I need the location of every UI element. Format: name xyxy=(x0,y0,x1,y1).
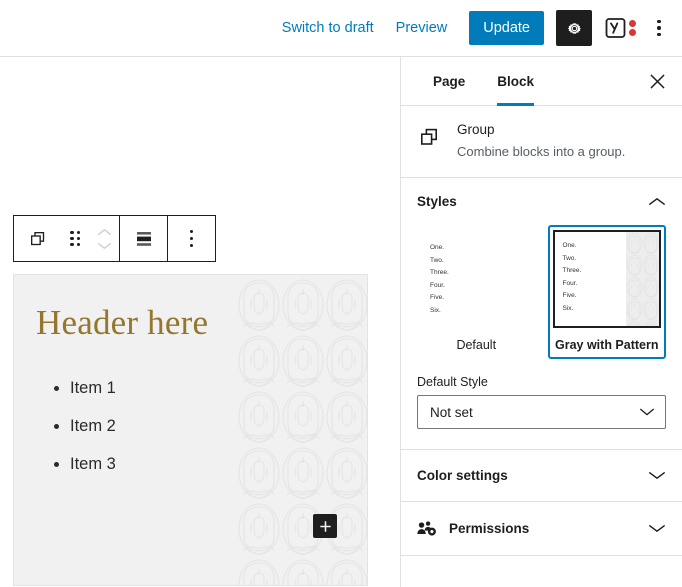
permissions-title: Permissions xyxy=(449,521,530,537)
bullet-list[interactable]: Item 1 Item 2 Item 3 xyxy=(36,379,337,474)
style-option-gray-with-pattern[interactable]: One. Two. Three. Four. Five. Six. Gray w… xyxy=(547,225,666,360)
list-item[interactable]: Item 1 xyxy=(70,379,337,398)
editor-top-bar: Switch to draft Preview Update xyxy=(0,0,682,57)
yoast-seo-button[interactable] xyxy=(604,16,636,40)
default-style-select[interactable]: Not set xyxy=(417,395,666,430)
style-preview-gray-with-pattern: One. Two. Three. Four. Five. Six. xyxy=(552,230,661,329)
block-movers[interactable] xyxy=(89,216,119,261)
chevron-down-icon[interactable] xyxy=(97,242,112,250)
group-block-content: Header here Item 1 Item 2 Item 3 xyxy=(14,275,367,474)
drag-handle[interactable] xyxy=(61,216,89,261)
color-settings-title: Color settings xyxy=(417,468,508,484)
editor-canvas[interactable]: Header here Item 1 Item 2 Item 3 xyxy=(0,57,391,587)
preview-text-lines: One. Two. Three. Four. Five. Six. xyxy=(422,230,531,328)
styles-panel-header[interactable]: Styles xyxy=(401,178,682,225)
list-item[interactable]: Item 2 xyxy=(70,417,337,436)
styles-panel-title: Styles xyxy=(417,194,457,210)
preview-line: Two. xyxy=(430,256,444,264)
close-icon xyxy=(650,74,664,88)
list-item[interactable]: Item 3 xyxy=(70,455,337,474)
update-button[interactable]: Update xyxy=(469,11,544,45)
preview-line: Three. xyxy=(562,267,582,275)
plus-icon xyxy=(319,520,331,532)
permissions-panel: Permissions xyxy=(401,502,682,557)
preview-line: One. xyxy=(562,242,577,250)
preview-line: Six. xyxy=(430,306,441,314)
style-option-default[interactable]: One. Two. Three. Four. Five. Six. Defaul… xyxy=(417,225,536,359)
block-card-title: Group xyxy=(457,122,495,137)
tab-page[interactable]: Page xyxy=(417,57,481,105)
preview-text-lines: One. Two. Three. Four. Five. Six. xyxy=(555,232,626,326)
group-icon xyxy=(421,128,437,145)
preview-line: Four. xyxy=(562,279,578,287)
preview-button[interactable]: Preview xyxy=(386,14,458,42)
close-sidebar-button[interactable] xyxy=(640,64,674,98)
preview-line: Two. xyxy=(562,254,577,262)
crest-pattern-preview xyxy=(625,232,659,327)
page-heading[interactable]: Header here xyxy=(36,303,337,343)
sidebar-tabs: Page Block xyxy=(401,57,682,106)
style-variation-list: One. Two. Three. Four. Five. Six. Defaul… xyxy=(417,225,666,360)
preview-line: Five. xyxy=(430,294,445,302)
align-center-icon xyxy=(136,231,151,246)
color-settings-panel: Color settings xyxy=(401,450,682,503)
permissions-header[interactable]: Permissions xyxy=(401,502,682,555)
group-icon xyxy=(30,231,44,245)
group-block[interactable]: Header here Item 1 Item 2 Item 3 xyxy=(13,274,368,586)
preview-line: Three. xyxy=(430,269,449,277)
switch-to-draft-button[interactable]: Switch to draft xyxy=(272,14,384,42)
preview-line: One. xyxy=(430,244,445,252)
kebab-dot xyxy=(657,19,661,24)
permissions-title-wrap: Permissions xyxy=(417,520,529,537)
gear-icon xyxy=(567,22,581,34)
tab-block[interactable]: Block xyxy=(481,57,550,106)
style-option-label: Gray with Pattern xyxy=(555,338,659,353)
preview-line: Four. xyxy=(430,281,445,289)
settings-sidebar: Page Block Group Combine blocks into a g… xyxy=(400,57,682,587)
default-style-value: Not set xyxy=(430,404,473,420)
add-block-button[interactable] xyxy=(313,514,337,538)
block-card-text: Group Combine blocks into a group. xyxy=(457,122,625,161)
settings-toggle-button[interactable] xyxy=(556,10,592,46)
kebab-dot xyxy=(657,26,661,30)
align-button[interactable] xyxy=(120,216,167,261)
preview-line: Five. xyxy=(562,292,577,300)
block-toolbar-left-group xyxy=(14,216,119,261)
block-card-icon-wrap xyxy=(417,122,441,154)
block-info-card: Group Combine blocks into a group. xyxy=(401,106,682,179)
block-type-button[interactable] xyxy=(14,216,61,261)
block-card-description: Combine blocks into a group. xyxy=(457,144,626,159)
yoast-seo-icon xyxy=(605,18,626,38)
more-options-button[interactable] xyxy=(644,10,674,46)
styles-panel-body: One. Two. Three. Four. Five. Six. Defaul… xyxy=(401,225,682,449)
yoast-status-dots xyxy=(629,20,636,36)
chevron-down-icon[interactable] xyxy=(648,523,666,534)
style-preview-default: One. Two. Three. Four. Five. Six. xyxy=(422,230,531,329)
users-gear-icon xyxy=(417,521,436,536)
default-style-label: Default Style xyxy=(417,375,488,390)
block-options-button[interactable] xyxy=(168,216,215,261)
preview-line: Six. xyxy=(562,304,574,312)
chevron-up-icon[interactable] xyxy=(648,196,666,207)
drag-handle-icon xyxy=(70,230,80,247)
chevron-down-icon[interactable] xyxy=(648,470,666,481)
chevron-down-icon xyxy=(640,408,654,416)
chevron-up-icon[interactable] xyxy=(97,228,112,236)
kebab-dot xyxy=(657,32,661,37)
style-option-label: Default xyxy=(456,338,497,353)
block-toolbar xyxy=(13,215,216,262)
color-settings-header[interactable]: Color settings xyxy=(401,450,682,501)
styles-panel: Styles One. Two. Three. Four. Five. Six. xyxy=(401,178,682,451)
